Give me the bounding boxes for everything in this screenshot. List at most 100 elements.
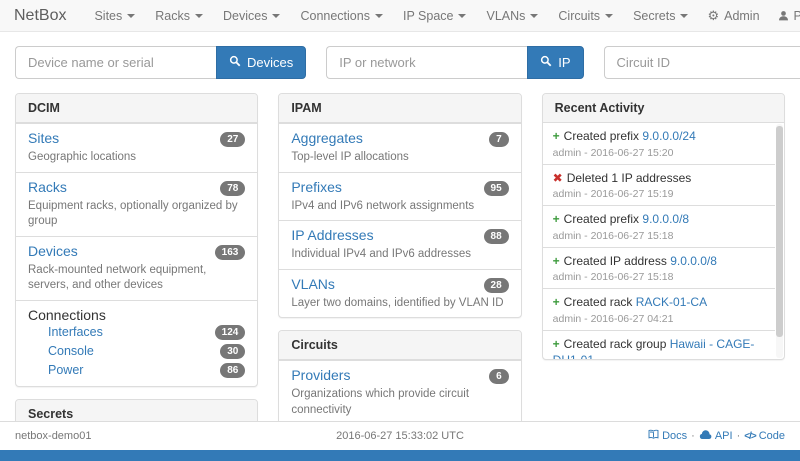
activity-object-link[interactable]: 9.0.0.0/8: [670, 254, 717, 268]
activity-object-link[interactable]: 9.0.0.0/8: [642, 212, 689, 226]
vlans-description: Layer two domains, identified by VLAN ID: [291, 296, 508, 312]
providers-description: Organizations which provide circuit conn…: [291, 387, 508, 418]
brand-logo[interactable]: NetBox: [14, 7, 66, 25]
providers-link[interactable]: Providers: [291, 367, 350, 383]
ip-addresses-description: Individual IPv4 and IPv6 addresses: [291, 247, 508, 263]
activity-scrollbar: [776, 124, 783, 358]
main-nav: Sites Racks Devices Connections IP Space…: [84, 0, 698, 31]
nav-sites[interactable]: Sites: [84, 0, 145, 31]
quick-search-row: Devices IP Circuits: [0, 32, 800, 91]
admin-label: Admin: [724, 9, 759, 23]
ip-search-input[interactable]: [326, 46, 527, 79]
nav-sites-label: Sites: [94, 9, 122, 23]
profile-link[interactable]: Profile: [769, 9, 800, 23]
scrollbar-thumb[interactable]: [776, 126, 783, 337]
footer: netbox-demo01 2016-06-27 15:33:02 UTC Do…: [0, 421, 800, 450]
device-search-button-label: Devices: [247, 55, 293, 70]
sites-description: Geographic locations: [28, 150, 245, 166]
sites-link[interactable]: Sites: [28, 130, 59, 146]
vlans-link[interactable]: VLANs: [291, 276, 335, 292]
devices-count-badge: 163: [215, 245, 246, 260]
search-icon: [540, 55, 552, 70]
nav-connections-label: Connections: [300, 9, 370, 23]
activity-action: Created prefix: [564, 212, 639, 226]
activity-object-link[interactable]: RACK-01-CA: [636, 295, 707, 309]
list-item: Interfaces 124: [28, 323, 245, 342]
circuits-panel-title: Circuits: [279, 331, 520, 360]
devices-description: Rack-mounted network equipment, servers,…: [28, 263, 245, 294]
chevron-down-icon: [272, 14, 280, 18]
connections-label: Connections: [28, 307, 245, 323]
code-link[interactable]: </> Code: [744, 430, 785, 442]
activity-item: +Created prefix 9.0.0.0/24 admin - 2016-…: [543, 123, 775, 164]
activity-action: Created prefix: [564, 129, 639, 143]
nav-connections[interactable]: Connections: [290, 0, 393, 31]
activity-object-link[interactable]: 9.0.0.0/24: [642, 129, 695, 143]
racks-count-badge: 78: [220, 181, 245, 196]
aggregates-description: Top-level IP allocations: [291, 150, 508, 166]
netbox-dashboard: NetBox Sites Racks Devices Connections I…: [0, 0, 800, 461]
footer-separator: ·: [737, 430, 741, 442]
bottom-accent-bar: [0, 450, 800, 461]
device-search-button[interactable]: Devices: [216, 46, 306, 79]
nav-vlans[interactable]: VLANs: [476, 0, 548, 31]
recent-activity-title: Recent Activity: [543, 94, 784, 123]
created-icon: +: [553, 254, 560, 270]
ip-search-button[interactable]: IP: [527, 46, 583, 79]
nav-circuits[interactable]: Circuits: [548, 0, 623, 31]
ip-search-button-label: IP: [558, 55, 570, 70]
book-icon: [648, 429, 659, 443]
racks-link[interactable]: Racks: [28, 179, 67, 195]
prefixes-description: IPv4 and IPv6 network assignments: [291, 199, 508, 215]
activity-meta: admin - 2016-06-27 15:19: [553, 188, 771, 200]
console-count-badge: 30: [220, 344, 245, 359]
list-item: 88 IP Addresses Individual IPv4 and IPv6…: [279, 220, 520, 269]
nav-devices-label: Devices: [223, 9, 267, 23]
power-link[interactable]: Power: [48, 363, 83, 377]
sites-count-badge: 27: [220, 132, 245, 147]
activity-action: Deleted 1 IP addresses: [567, 171, 692, 185]
nav-vlans-label: VLANs: [486, 9, 525, 23]
hostname-label: netbox-demo01: [15, 430, 215, 442]
dashboard-grid: DCIM 27 Sites Geographic locations 78 Ra…: [0, 91, 800, 461]
admin-link[interactable]: ⚙ Admin: [698, 9, 768, 23]
ip-addresses-count-badge: 88: [484, 229, 509, 244]
nav-ip-space[interactable]: IP Space: [393, 0, 477, 31]
recent-activity-panel: Recent Activity + Created prefix 9.0.0.0/…: [542, 93, 785, 360]
docs-link[interactable]: Docs: [648, 429, 687, 443]
nav-racks[interactable]: Racks: [145, 0, 213, 31]
activity-item: +Created rack RACK-01-CA admin - 2016-06…: [543, 288, 775, 330]
ipam-panel-title: IPAM: [279, 94, 520, 123]
created-icon: +: [553, 212, 560, 228]
activity-list: + Created prefix 9.0.0.0/24 admin - 2016-…: [543, 123, 784, 359]
column-activity: Recent Activity + Created prefix 9.0.0.0/…: [542, 93, 785, 461]
activity-meta: admin - 2016-06-27 15:20: [553, 147, 771, 159]
dcim-panel-title: DCIM: [16, 94, 257, 123]
search-icon: [229, 55, 241, 70]
power-count-badge: 86: [220, 363, 245, 378]
docs-link-label: Docs: [662, 430, 687, 442]
devices-link[interactable]: Devices: [28, 243, 78, 259]
nav-devices[interactable]: Devices: [213, 0, 290, 31]
prefixes-link[interactable]: Prefixes: [291, 179, 342, 195]
aggregates-link[interactable]: Aggregates: [291, 130, 363, 146]
circuit-search-input[interactable]: [604, 46, 800, 79]
footer-separator: ·: [691, 430, 695, 442]
delete-icon: ✖: [553, 171, 563, 187]
device-search-group: Devices: [15, 46, 306, 79]
nav-racks-label: Racks: [155, 9, 190, 23]
interfaces-count-badge: 124: [215, 325, 246, 340]
user-icon: [778, 10, 789, 21]
column-dcim: DCIM 27 Sites Geographic locations 78 Ra…: [15, 93, 258, 461]
list-item: 28 VLANs Layer two domains, identified b…: [279, 269, 520, 318]
ip-addresses-link[interactable]: IP Addresses: [291, 227, 373, 243]
api-link[interactable]: API: [699, 429, 733, 443]
device-search-input[interactable]: [15, 46, 216, 79]
aggregates-count-badge: 7: [489, 132, 509, 147]
server-time-label: 2016-06-27 15:33:02 UTC: [215, 430, 585, 442]
activity-item: +Created IP address 9.0.0.0/8 admin - 20…: [543, 247, 775, 289]
activity-item: +Created rack group Hawaii - CAGE-DH1-01…: [543, 330, 775, 359]
console-link[interactable]: Console: [48, 344, 94, 358]
interfaces-link[interactable]: Interfaces: [48, 325, 103, 339]
nav-secrets[interactable]: Secrets: [623, 0, 698, 31]
